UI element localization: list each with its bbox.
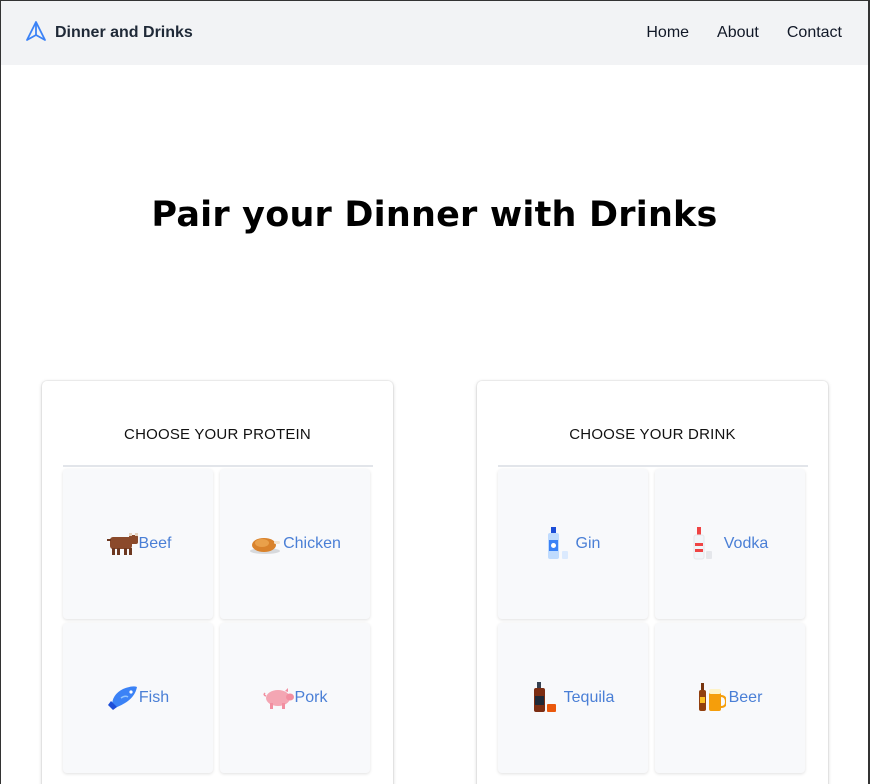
option-label: Tequila xyxy=(563,689,615,706)
divider xyxy=(63,465,373,467)
tequila-bottle-icon xyxy=(532,682,558,714)
nav-link-about[interactable]: About xyxy=(717,24,759,42)
gin-bottle-icon xyxy=(546,527,570,561)
nav-link-home[interactable]: Home xyxy=(646,24,689,42)
drink-card-title: CHOOSE YOUR DRINK xyxy=(569,426,736,443)
protein-option-fish[interactable]: Fish xyxy=(63,623,213,773)
drink-option-tequila[interactable]: Tequila xyxy=(498,623,648,773)
drink-option-vodka[interactable]: Vodka xyxy=(655,469,805,619)
option-label: Chicken xyxy=(283,535,341,552)
option-label: Gin xyxy=(575,535,601,552)
beer-icon xyxy=(698,683,726,713)
drink-option-gin[interactable]: Gin xyxy=(498,469,648,619)
logo-icon xyxy=(25,20,47,47)
pig-icon xyxy=(263,686,295,710)
cow-icon xyxy=(105,531,139,557)
brand[interactable]: Dinner and Drinks xyxy=(25,20,193,47)
option-label: Fish xyxy=(138,689,170,706)
vodka-bottle-icon xyxy=(692,527,714,561)
protein-option-beef[interactable]: Beef xyxy=(63,469,213,619)
protein-option-chicken[interactable]: Chicken xyxy=(220,469,370,619)
option-label: Beer xyxy=(728,689,763,706)
nav-link-contact[interactable]: Contact xyxy=(787,24,842,42)
divider xyxy=(498,465,808,467)
nav-links: Home About Contact xyxy=(646,24,842,42)
option-label: Beef xyxy=(138,535,172,552)
drink-option-beer[interactable]: Beer xyxy=(655,623,805,773)
fish-icon xyxy=(107,683,139,713)
roast-chicken-icon xyxy=(249,532,281,556)
navbar: Dinner and Drinks Home About Contact xyxy=(1,1,868,65)
brand-name: Dinner and Drinks xyxy=(55,24,193,41)
page-title: Pair your Dinner with Drinks xyxy=(151,195,718,235)
protein-card-title: CHOOSE YOUR PROTEIN xyxy=(124,426,311,443)
option-label: Vodka xyxy=(723,535,769,552)
protein-option-pork[interactable]: Pork xyxy=(220,623,370,773)
protein-card: CHOOSE YOUR PROTEIN Beef Chicken Fish Po… xyxy=(42,381,393,784)
option-label: Pork xyxy=(294,689,328,706)
drink-card: CHOOSE YOUR DRINK Gin Vodka Tequila Beer xyxy=(477,381,828,784)
